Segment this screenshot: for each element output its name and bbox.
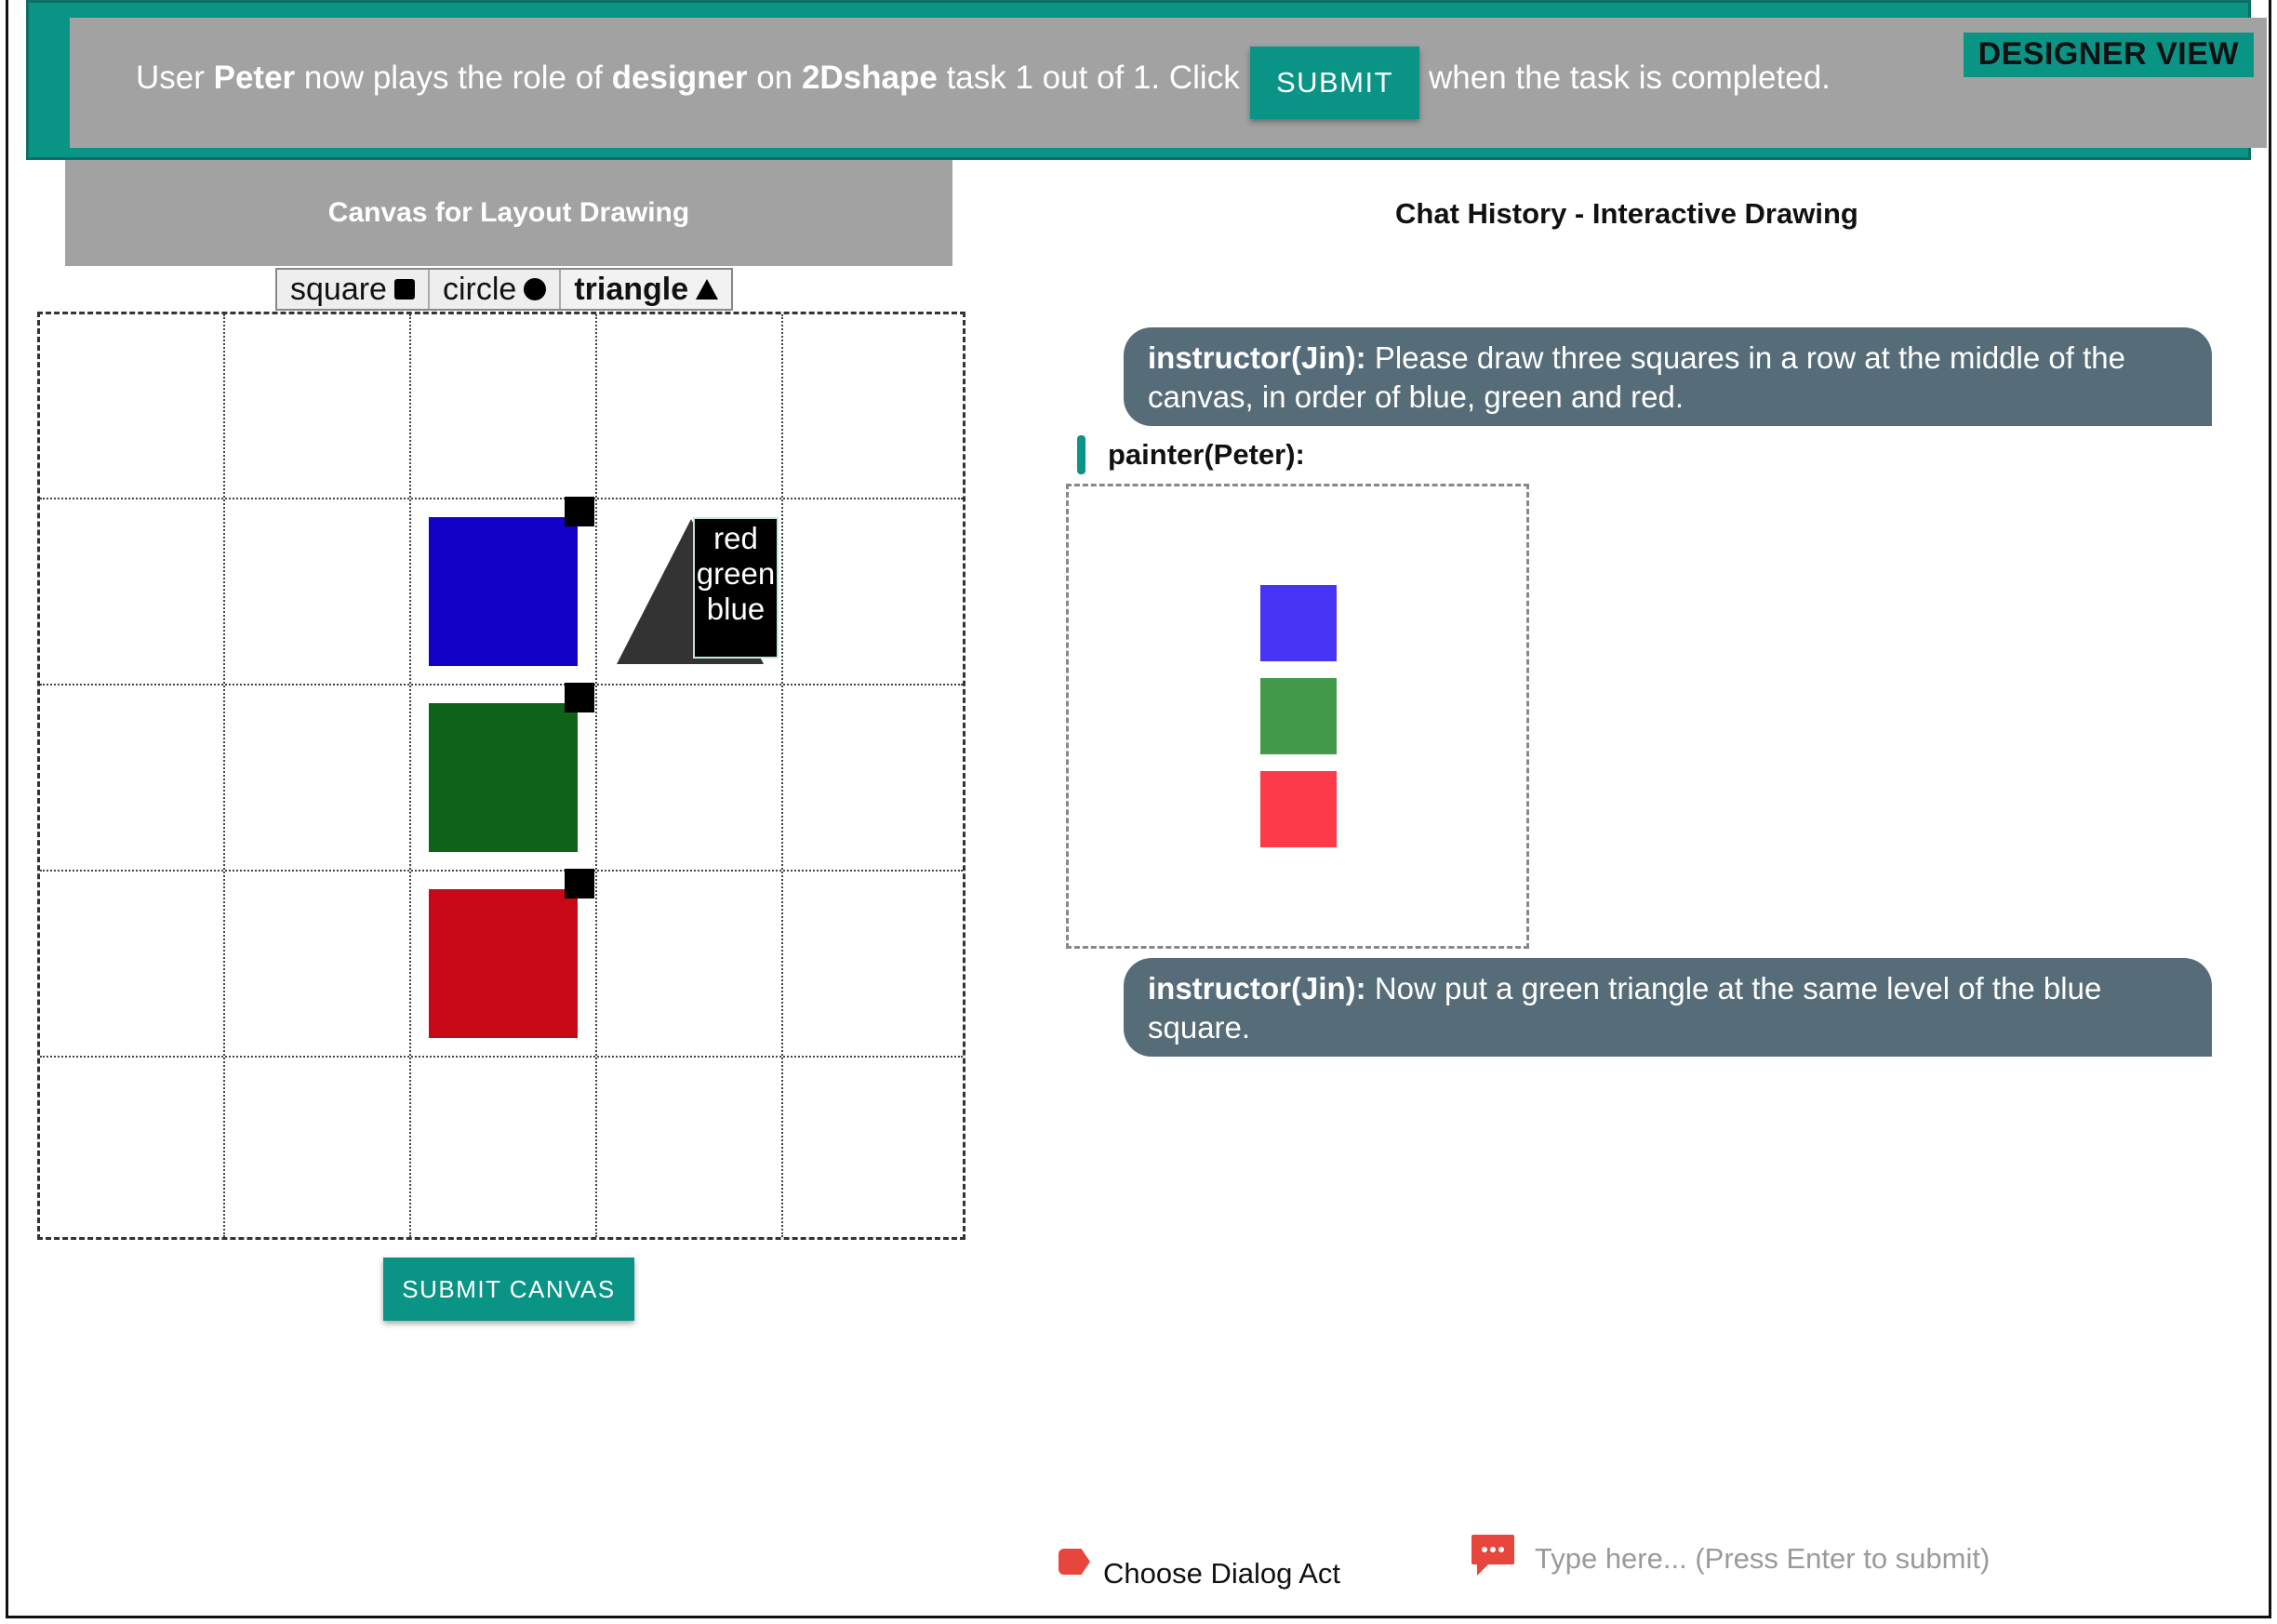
chat-message-instructor: instructor(Jin): Now put a green triangl…	[1124, 958, 2212, 1057]
resize-handle[interactable]	[565, 869, 594, 899]
grid-line	[409, 314, 411, 1237]
color-option-green[interactable]: green	[695, 556, 777, 592]
snapshot-square-red	[1260, 771, 1337, 847]
chat-bubble-icon	[1471, 1535, 1514, 1576]
intro-suffix: task 1 out of 1. Click	[937, 60, 1240, 96]
triangle-icon	[696, 279, 719, 300]
tool-triangle-label: triangle	[574, 271, 689, 307]
dialog-act-selector[interactable]: Choose Dialog Act	[1059, 1533, 1340, 1591]
snapshot-square-green	[1260, 678, 1337, 754]
canvas-snapshot	[1066, 484, 1529, 949]
grid-line	[781, 314, 783, 1237]
grid-line	[223, 314, 225, 1237]
user-name: Peter	[213, 60, 296, 96]
shape-toolbar: square circle triangle	[275, 268, 734, 311]
message-speaker: instructor(Jin):	[1148, 340, 1366, 375]
task-name: 2Dshape	[801, 60, 938, 96]
grid-line	[40, 498, 963, 499]
tool-triangle[interactable]: triangle	[561, 270, 732, 309]
intro-prefix: User	[136, 60, 214, 96]
grid-line	[40, 684, 963, 686]
dialog-act-label: Choose Dialog Act	[1103, 1557, 1341, 1590]
color-option-red[interactable]: red	[695, 521, 777, 556]
painter-marker	[1077, 435, 1085, 474]
chat-input[interactable]	[1535, 1537, 2093, 1581]
message-speaker: instructor(Jin):	[1148, 971, 1366, 1005]
grid-line	[595, 314, 597, 1237]
square-icon	[393, 279, 415, 300]
resize-handle[interactable]	[565, 497, 594, 526]
resize-handle[interactable]	[565, 683, 594, 712]
grid-line	[40, 870, 963, 872]
tool-square-label: square	[290, 271, 387, 307]
role-badge: DESIGNER VIEW	[1963, 33, 2254, 77]
shape-square-blue[interactable]	[429, 517, 578, 666]
tool-circle[interactable]: circle	[430, 270, 562, 309]
canvas-title: Canvas for Layout Drawing	[65, 160, 952, 266]
chat-message-instructor: instructor(Jin): Please draw three squar…	[1124, 327, 2212, 426]
snapshot-square-blue	[1260, 585, 1337, 661]
intro-mid-2: on	[747, 60, 802, 96]
color-menu: red green blue	[693, 517, 779, 659]
tool-circle-label: circle	[442, 271, 517, 307]
drawing-canvas[interactable]: red green blue	[37, 312, 965, 1240]
task-instruction: User Peter now plays the role of designe…	[136, 60, 1240, 97]
task-instruction-end: when the task is completed.	[1429, 60, 1831, 96]
color-option-blue[interactable]: blue	[695, 592, 777, 627]
chat-message-painter: painter(Peter):	[1077, 435, 1305, 474]
chat-title: Chat History - Interactive Drawing	[1395, 197, 1858, 230]
submit-button[interactable]: SUBMIT	[1250, 47, 1419, 119]
user-role: designer	[611, 60, 748, 96]
intro-mid-1: now plays the role of	[295, 60, 612, 96]
message-speaker: painter(Peter):	[1108, 438, 1305, 471]
shape-square-red[interactable]	[429, 889, 578, 1038]
tool-square[interactable]: square	[277, 270, 430, 309]
grid-line	[40, 1056, 963, 1058]
tag-icon	[1059, 1549, 1090, 1575]
shape-square-green[interactable]	[429, 703, 578, 852]
shape-triangle[interactable]: red green blue	[615, 517, 801, 666]
circle-icon	[524, 278, 547, 300]
submit-canvas-button[interactable]: SUBMIT CANVAS	[383, 1258, 634, 1321]
